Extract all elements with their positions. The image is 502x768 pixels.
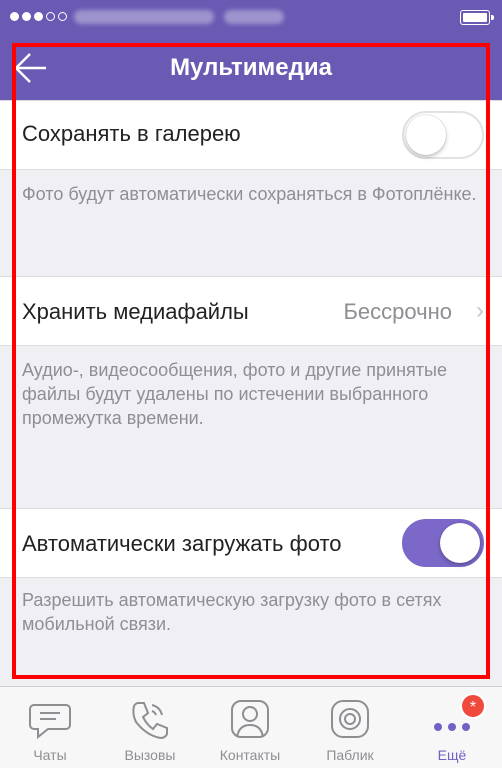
toggle-knob (406, 115, 446, 155)
status-bar (0, 0, 502, 36)
save-to-gallery-row[interactable]: Сохранять в галерею (0, 100, 502, 170)
auto-download-label: Автоматически загружать фото (22, 531, 342, 556)
public-icon (331, 700, 369, 738)
contacts-icon (231, 700, 269, 738)
notification-badge: * (460, 693, 486, 719)
tab-bar: Чаты Вызовы Контакты Паблик * Ещё (0, 686, 502, 768)
tab-chats-label: Чаты (33, 747, 67, 763)
keep-media-value: Бессрочно (343, 299, 452, 324)
tab-contacts-label: Контакты (219, 747, 281, 763)
tab-calls-label: Вызовы (124, 747, 176, 763)
save-to-gallery-toggle[interactable] (402, 111, 484, 159)
tab-calls[interactable]: Вызовы (100, 687, 200, 768)
carrier-name-blurred (74, 10, 214, 24)
tab-public[interactable]: Паблик (300, 687, 400, 768)
settings-list: Сохранять в галерею Фото будут автоматич… (0, 100, 502, 686)
tab-more-label: Ещё (437, 747, 467, 763)
chat-bubble-icon (29, 704, 71, 740)
save-to-gallery-label: Сохранять в галерею (22, 121, 241, 146)
battery-icon (460, 10, 494, 25)
navigation-bar: Мультимедиа (0, 36, 502, 100)
tab-contacts[interactable]: Контакты (200, 687, 300, 768)
tab-chats[interactable]: Чаты (0, 687, 100, 768)
keep-media-row[interactable]: Хранить медиафайлы Бессрочно › (0, 276, 502, 346)
auto-download-note: Разрешить автоматическую загрузку фото в… (22, 590, 442, 634)
clock-blurred (224, 10, 284, 24)
phone-icon (132, 702, 168, 740)
signal-strength-icon (10, 12, 67, 21)
tab-public-label: Паблик (326, 747, 374, 763)
auto-download-toggle[interactable] (402, 519, 484, 567)
tab-more[interactable]: * Ещё (402, 687, 502, 768)
save-to-gallery-note: Фото будут автоматически сохраняться в Ф… (22, 184, 477, 204)
chevron-right-icon: › (476, 297, 484, 324)
page-title: Мультимедиа (170, 54, 332, 81)
auto-download-row[interactable]: Автоматически загружать фото (0, 508, 502, 578)
keep-media-note: Аудио-, видеосообщения, фото и другие пр… (22, 360, 447, 428)
keep-media-label: Хранить медиафайлы (22, 299, 249, 324)
toggle-knob (440, 523, 480, 563)
